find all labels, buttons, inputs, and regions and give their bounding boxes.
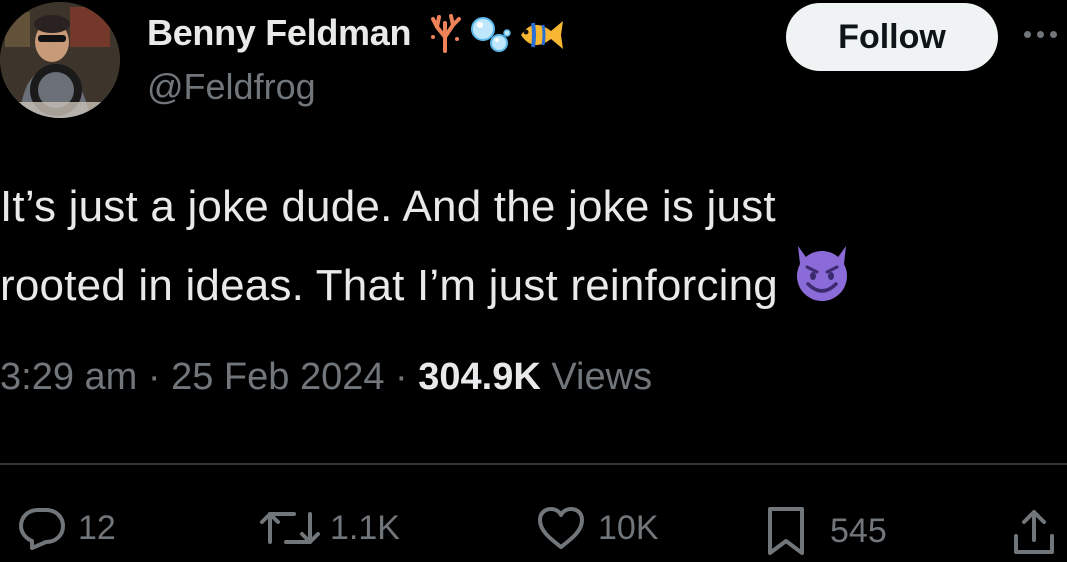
- reply-count: 12: [78, 508, 116, 547]
- tweet-date[interactable]: 25 Feb 2024: [171, 356, 384, 398]
- bookmark-button[interactable]: 545: [764, 506, 887, 556]
- follow-button[interactable]: Follow: [786, 3, 998, 71]
- tweet-line-1: It’s just a joke dude. And the joke is j…: [0, 182, 776, 231]
- share-button[interactable]: [1012, 508, 1056, 556]
- author-handle[interactable]: @Feldfrog: [147, 66, 316, 108]
- more-dot: [1037, 30, 1044, 38]
- more-dot: [1050, 30, 1057, 38]
- avatar[interactable]: [0, 2, 120, 118]
- name-emoji-group: [425, 13, 567, 53]
- repost-icon: [260, 512, 320, 544]
- more-icon[interactable]: [1024, 24, 1067, 44]
- avatar-photo: [0, 2, 120, 118]
- author-name-row: Benny Feldman: [147, 10, 567, 56]
- tweet-time[interactable]: 3:29 am: [0, 356, 137, 398]
- repost-button[interactable]: 1.1K: [258, 506, 400, 550]
- like-count: 10K: [598, 508, 659, 547]
- reply-icon: [19, 508, 65, 550]
- divider: [0, 463, 1067, 465]
- views-label: Views: [540, 356, 653, 398]
- bookmark-count: 545: [830, 511, 887, 550]
- share-icon: [1014, 510, 1054, 554]
- meta-separator: ·: [384, 356, 419, 398]
- tweet-text: It’s just a joke dude. And the joke is j…: [0, 168, 1060, 331]
- tweet-line-2-text: rooted in ideas. That I’m just reinforci…: [0, 261, 778, 311]
- repost-count: 1.1K: [330, 508, 400, 547]
- meta-separator: ·: [137, 356, 172, 398]
- tweet-meta: 3:29 am · 25 Feb 2024 · 304.9K Views: [0, 356, 652, 399]
- display-name[interactable]: Benny Feldman: [147, 12, 411, 54]
- heart-icon: [538, 507, 584, 549]
- more-dot: [1024, 30, 1031, 38]
- views-count: 304.9K: [418, 356, 541, 398]
- tropical-fish-icon: [521, 21, 564, 49]
- smiling-devil-icon: [790, 242, 854, 327]
- tweet-line-2: rooted in ideas. That I’m just reinforci…: [0, 246, 1060, 331]
- bookmark-icon: [768, 507, 804, 555]
- coral-icon: [431, 14, 462, 53]
- reply-button[interactable]: 12: [18, 506, 116, 550]
- bubbles-icon: [471, 17, 511, 52]
- like-button[interactable]: 10K: [536, 506, 659, 550]
